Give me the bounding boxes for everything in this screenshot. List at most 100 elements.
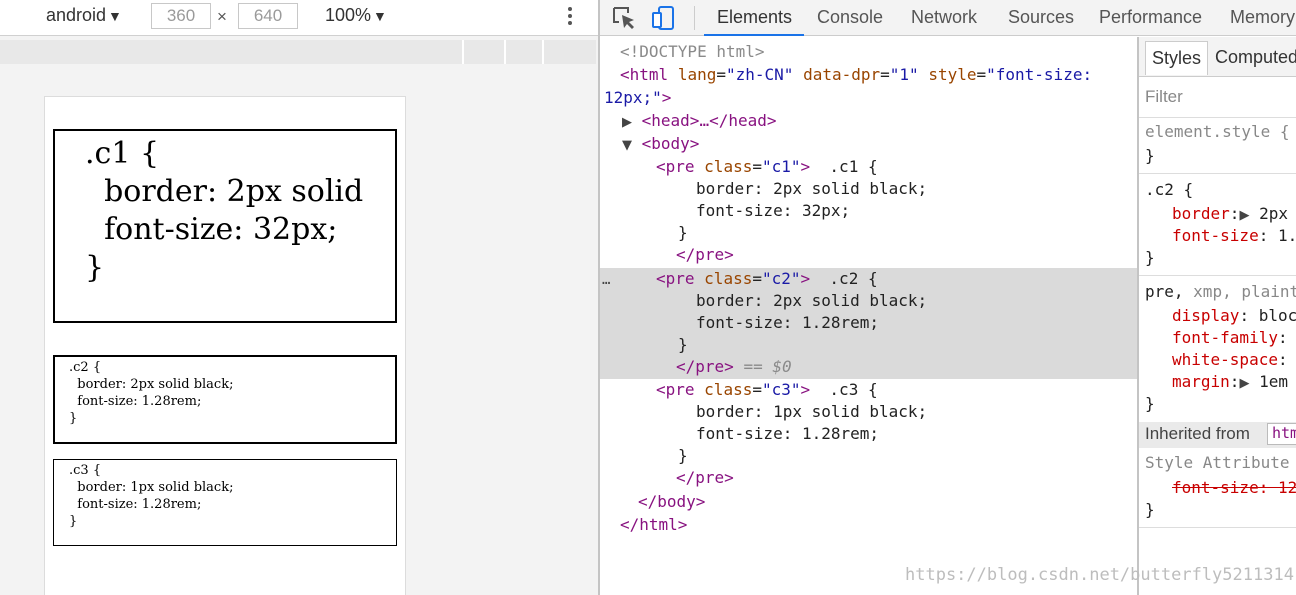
rule-close-brace: } <box>1145 248 1155 267</box>
tab-sources[interactable]: Sources <box>1008 0 1074 36</box>
text-node: border: 1px solid black; <box>696 402 928 421</box>
rule-close-brace: } <box>1145 146 1155 165</box>
text-node: } <box>678 446 688 465</box>
attr-value: "1" <box>889 65 919 84</box>
ua-display[interactable]: display: bloc <box>1172 305 1296 327</box>
pre-c1: .c1 { border: 2px solid font-size: 32px;… <box>53 129 397 323</box>
attr-eq: = <box>880 65 890 84</box>
rule-c2-border[interactable]: border:▶ 2px <box>1172 203 1288 227</box>
text-node: font-size: 32px; <box>696 201 851 220</box>
body-tag: <body> <box>641 134 700 153</box>
styles-filter-input[interactable]: Filter <box>1145 87 1183 107</box>
tree-html-open[interactable]: <html lang="zh-CN" data-dpr="1" style="f… <box>620 64 1092 86</box>
tab-elements[interactable]: Elements <box>717 0 792 36</box>
element-style-selector[interactable]: element.style { <box>1145 121 1290 143</box>
tab-console[interactable]: Console <box>817 0 883 36</box>
attr-value: "font-size: <box>986 65 1093 84</box>
attr-name: class <box>704 269 753 288</box>
rule-close-brace: } <box>1145 500 1155 519</box>
tab-memory[interactable]: Memory <box>1230 0 1295 36</box>
media-query-divider <box>542 40 544 64</box>
ua-rule-selector[interactable]: pre, xmp, plaint <box>1145 281 1296 303</box>
pre-c2: .c2 { border: 2px solid black; font-size… <box>53 355 397 444</box>
zoom-value: 100% <box>325 5 372 25</box>
styles-sidebar: Styles Computed Filter element.style { }… <box>1137 37 1296 595</box>
head-tag: <head>…</head> <box>641 111 777 130</box>
caret-down-icon: ▼ <box>373 8 387 24</box>
tag-end: > <box>800 157 811 176</box>
css-property: white-space <box>1172 350 1278 369</box>
more-options-icon[interactable] <box>562 5 578 29</box>
colon: : <box>1239 306 1250 325</box>
rule-close-brace: } <box>1145 394 1155 413</box>
attr-name: style <box>928 65 977 84</box>
tree-doctype[interactable]: <!DOCTYPE html> <box>620 41 765 63</box>
style-attribute-label: Style Attribute <box>1145 453 1290 472</box>
attr-name: lang <box>677 65 717 84</box>
pre-close-tag[interactable]: </pre> <box>676 467 734 489</box>
rule-c2-font-size[interactable]: font-size: 1. <box>1172 225 1296 247</box>
attr-eq: = <box>752 380 762 399</box>
attr-value: 12px;" <box>604 88 662 107</box>
text-node: font-size: 1.28rem; <box>696 313 880 332</box>
tab-network[interactable]: Network <box>911 0 977 36</box>
tree-pre-c2[interactable]: <pre class="c2"> .c2 { <box>656 268 878 290</box>
tree-pre-c1[interactable]: <pre class="c1"> .c1 { <box>656 156 878 178</box>
zoom-select[interactable]: 100% ▼ <box>325 5 387 26</box>
inherited-node-link[interactable]: htm <box>1267 423 1296 445</box>
attr-name: class <box>704 380 753 399</box>
css-value: 1em <box>1259 372 1288 391</box>
divider <box>1139 117 1296 118</box>
colon: : <box>1277 350 1288 369</box>
active-tab-indicator <box>704 34 804 36</box>
html-tag: <html <box>620 65 669 84</box>
sidebar-tab-bar: Styles Computed <box>1139 37 1296 77</box>
dimension-separator: × <box>217 7 227 26</box>
tree-html-open-wrap: 12px;"> <box>604 87 671 109</box>
expand-triangle-icon[interactable]: ▶ <box>1239 208 1249 223</box>
expand-triangle-icon[interactable]: ▶ <box>622 115 632 130</box>
tree-pre-c2-close[interactable]: </pre> == $0 <box>676 356 792 378</box>
css-property: display <box>1172 306 1240 325</box>
ua-font-family[interactable]: font-family: <box>1172 327 1288 349</box>
device-width-input[interactable]: 360 <box>151 3 211 29</box>
attr-eq: = <box>752 269 762 288</box>
colon: : <box>1277 328 1288 347</box>
tag-end: > <box>800 269 811 288</box>
attr-eq: = <box>976 65 987 84</box>
divider <box>1139 173 1296 174</box>
body-close-tag[interactable]: </body> <box>638 491 705 513</box>
pre-tag: <pre <box>656 157 695 176</box>
selector-text: xmp, plaint <box>1193 282 1296 301</box>
ua-white-space[interactable]: white-space: <box>1172 349 1288 371</box>
device-height-input[interactable]: 640 <box>238 3 298 29</box>
pre-tag: <pre <box>656 380 695 399</box>
attr-name: data-dpr <box>803 65 881 84</box>
pre-close-tag[interactable]: </pre> <box>676 244 734 266</box>
overridden-font-size[interactable]: font-size: 12 <box>1172 477 1296 499</box>
device-select[interactable]: android ▼ <box>46 5 122 26</box>
device-toolbar-toggle-icon[interactable] <box>650 4 678 32</box>
tab-computed[interactable]: Computed <box>1209 41 1296 75</box>
tree-body-open[interactable]: ▼ <body> <box>622 133 699 157</box>
media-query-divider <box>504 40 506 64</box>
expand-triangle-icon[interactable]: ▶ <box>1239 376 1249 391</box>
tree-pre-c3[interactable]: <pre class="c3"> .c3 { <box>656 379 878 401</box>
device-emulation-pane: android ▼ 360 × 640 100% ▼ .c1 { border: 2… <box>0 0 598 595</box>
media-query-bar[interactable] <box>0 40 596 64</box>
node-actions-icon[interactable]: … <box>602 272 610 288</box>
inspect-element-icon[interactable] <box>610 4 638 32</box>
html-close-tag[interactable]: </html> <box>620 514 687 536</box>
tree-head[interactable]: ▶ <head>…</head> <box>622 110 777 134</box>
inherited-from-label: Inherited from <box>1145 424 1250 443</box>
ua-margin[interactable]: margin:▶ 1em <box>1172 371 1288 395</box>
tab-performance[interactable]: Performance <box>1099 0 1202 36</box>
text-node: .c2 { <box>829 269 878 288</box>
rule-c2-selector[interactable]: .c2 { <box>1145 179 1193 201</box>
css-value: 1. <box>1277 226 1296 245</box>
selected-node-marker: == $0 <box>743 357 792 376</box>
css-value: 2px <box>1259 204 1288 223</box>
text-node: border: 2px solid black; <box>696 179 928 198</box>
collapse-triangle-icon[interactable]: ▼ <box>622 138 632 153</box>
tab-styles[interactable]: Styles <box>1145 41 1209 75</box>
